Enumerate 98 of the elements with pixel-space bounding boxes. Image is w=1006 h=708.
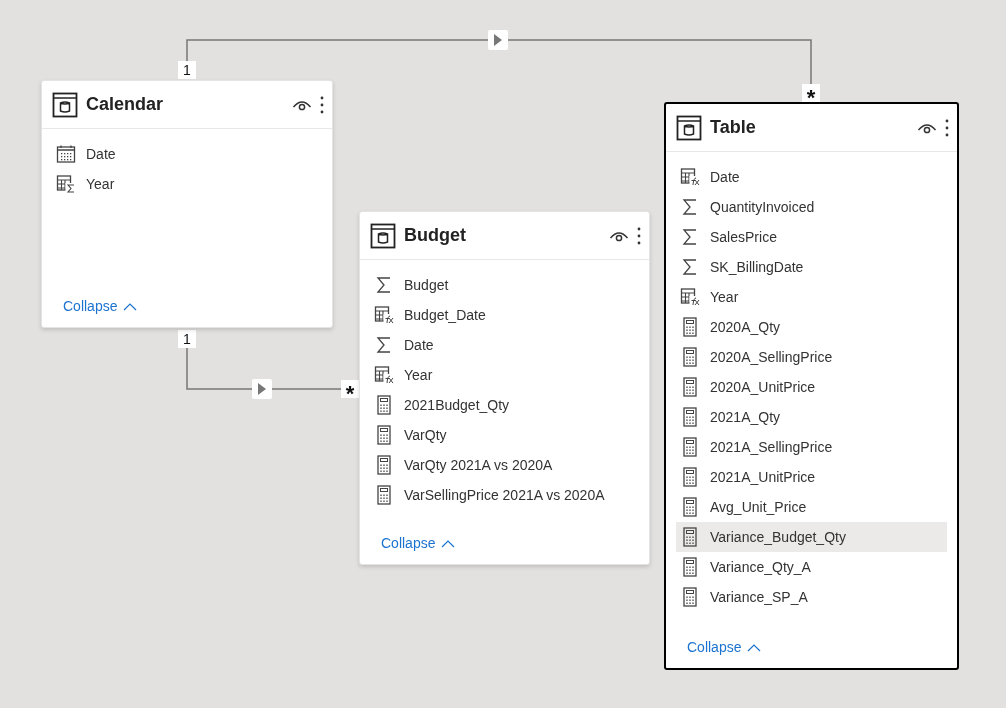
sigma-icon — [682, 198, 698, 216]
calculated-sum-icon — [56, 174, 76, 194]
chevron-up-icon — [441, 539, 456, 548]
field-name: 2021A_SellingPrice — [710, 437, 833, 457]
field-row[interactable]: Variance_SP_A — [676, 582, 947, 612]
calculated-column-icon — [374, 365, 394, 385]
field-name: Date — [404, 335, 434, 355]
table-title: Table — [710, 116, 756, 139]
field-row[interactable]: Year — [370, 360, 639, 390]
cardinality-label: 1 — [178, 330, 196, 348]
field-name: 2021Budget_Qty — [404, 395, 510, 415]
calculator-icon — [683, 437, 697, 457]
field-row[interactable]: Year — [52, 169, 322, 199]
more-options-icon[interactable] — [320, 95, 324, 114]
calculator-icon — [377, 455, 391, 475]
calculator-icon — [377, 425, 391, 445]
collapse-button[interactable]: Collapse — [687, 637, 762, 658]
collapse-button[interactable]: Collapse — [63, 296, 138, 317]
table-icon — [370, 222, 396, 249]
table-card[interactable] — [664, 102, 959, 670]
filter-direction-icon[interactable] — [488, 30, 508, 50]
field-row[interactable]: Budget — [370, 270, 639, 300]
field-name: Date — [710, 167, 740, 187]
calculator-icon — [683, 497, 697, 517]
field-row[interactable]: 2020A_UnitPrice — [676, 372, 947, 402]
field-name: QuantityInvoiced — [710, 197, 815, 217]
calculator-icon — [683, 377, 697, 397]
sigma-icon — [376, 336, 392, 354]
calculator-icon — [377, 395, 391, 415]
calculator-icon — [683, 587, 697, 607]
cardinality-label: 1 — [178, 61, 196, 79]
field-name: Variance_Budget_Qty — [710, 527, 846, 547]
field-row[interactable]: 2021Budget_Qty — [370, 390, 639, 420]
field-name: 2020A_UnitPrice — [710, 377, 816, 397]
field-row[interactable]: Date — [370, 330, 639, 360]
calculator-icon — [683, 347, 697, 367]
filter-direction-icon[interactable] — [252, 379, 272, 399]
field-name: VarSellingPrice 2021A vs 2020A — [404, 485, 605, 505]
field-row[interactable]: 2021A_UnitPrice — [676, 462, 947, 492]
calculated-column-icon — [680, 167, 700, 187]
table-title: Calendar — [86, 93, 164, 116]
field-name: Year — [86, 174, 115, 194]
collapse-button[interactable]: Collapse — [381, 533, 456, 554]
sigma-icon — [682, 258, 698, 276]
calculated-column-icon — [680, 287, 700, 307]
field-name: VarQty — [404, 425, 447, 445]
field-row[interactable]: VarSellingPrice 2021A vs 2020A — [370, 480, 639, 510]
calculator-icon — [683, 557, 697, 577]
relationship-line[interactable] — [271, 388, 342, 390]
calculator-icon — [377, 485, 391, 505]
sigma-icon — [376, 276, 392, 294]
field-name: VarQty 2021A vs 2020A — [404, 455, 553, 475]
field-name: SK_BillingDate — [710, 257, 804, 277]
calculator-icon — [683, 527, 697, 547]
calendar-icon — [56, 144, 76, 164]
calculator-icon — [683, 467, 697, 487]
calculator-icon — [683, 407, 697, 427]
field-name: Budget — [404, 275, 449, 295]
chevron-up-icon — [747, 643, 762, 652]
field-row[interactable]: Variance_Qty_A — [676, 552, 947, 582]
field-row[interactable]: Avg_Unit_Price — [676, 492, 947, 522]
field-name: Date — [86, 144, 116, 164]
chevron-up-icon — [123, 302, 138, 311]
field-name: Avg_Unit_Price — [710, 497, 807, 517]
field-row[interactable]: VarQty 2021A vs 2020A — [370, 450, 639, 480]
table-card[interactable]: Calendar Date Year Collapse — [41, 80, 333, 328]
field-row[interactable]: QuantityInvoiced — [676, 192, 947, 222]
sigma-icon — [682, 228, 698, 246]
table-icon — [676, 114, 702, 141]
field-name: SalesPrice — [710, 227, 777, 247]
table-card[interactable]: Budget Budget Budget_Date Date Year 2021Budget_Qty VarQty VarQty 2021A vs 2020A VarSellingPrice 2021A vs 2020A Collapse — [359, 211, 650, 565]
table-icon — [52, 91, 78, 118]
field-row[interactable]: 2020A_Qty — [676, 312, 947, 342]
field-name: Variance_Qty_A — [710, 557, 811, 577]
field-name: 2020A_SellingPrice — [710, 347, 833, 367]
field-row[interactable]: SalesPrice — [676, 222, 947, 252]
table-title: Budget — [404, 224, 466, 247]
field-row[interactable]: VarQty — [370, 420, 639, 450]
field-name: Year — [710, 287, 739, 307]
field-row[interactable]: SK_BillingDate — [676, 252, 947, 282]
field-row[interactable]: 2021A_SellingPrice — [676, 432, 947, 462]
field-row[interactable]: Date — [676, 162, 947, 192]
more-options-icon[interactable] — [637, 226, 641, 245]
calculated-column-icon — [374, 305, 394, 325]
field-row[interactable]: 2021A_Qty — [676, 402, 947, 432]
field-name: Variance_SP_A — [710, 587, 808, 607]
field-row[interactable]: Budget_Date — [370, 300, 639, 330]
field-name: Year — [404, 365, 433, 385]
field-row[interactable]: Date — [52, 139, 322, 169]
more-options-icon[interactable] — [945, 118, 949, 137]
field-row[interactable]: 2020A_SellingPrice — [676, 342, 947, 372]
field-row[interactable]: Variance_Budget_Qty — [676, 522, 947, 552]
field-name: 2021A_UnitPrice — [710, 467, 816, 487]
field-row[interactable]: Year — [676, 282, 947, 312]
field-name: 2020A_Qty — [710, 317, 781, 337]
field-name: 2021A_Qty — [710, 407, 781, 427]
field-name: Budget_Date — [404, 305, 486, 325]
calculator-icon — [683, 317, 697, 337]
